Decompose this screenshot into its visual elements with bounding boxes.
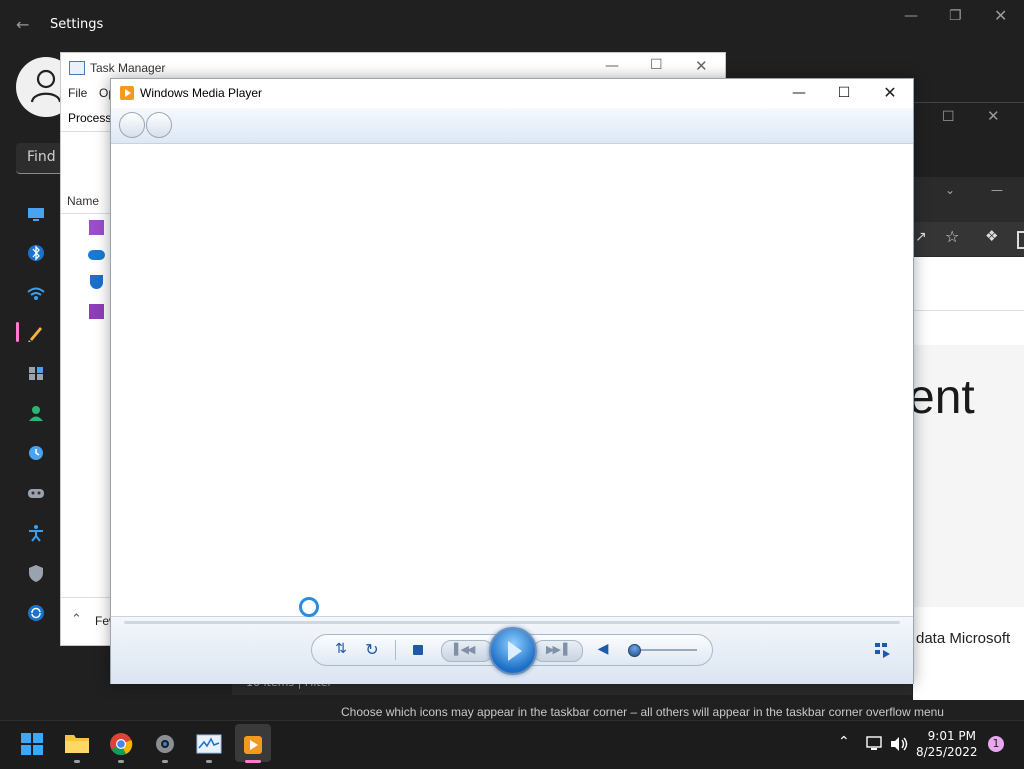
windows-update-icon[interactable] bbox=[26, 603, 46, 623]
close-icon[interactable]: ✕ bbox=[987, 107, 1000, 125]
maximize-icon[interactable]: ☐ bbox=[650, 57, 663, 73]
navigation-bar bbox=[111, 108, 913, 144]
share-icon[interactable]: ↗ bbox=[915, 229, 927, 245]
favorite-star-icon[interactable]: ☆ bbox=[945, 227, 959, 246]
system-icon[interactable] bbox=[26, 204, 46, 224]
settings-title: Settings bbox=[50, 17, 104, 32]
nav-selection-indicator bbox=[16, 322, 19, 342]
back-arrow-icon[interactable]: ← bbox=[16, 15, 29, 34]
personalization-brush-icon[interactable] bbox=[26, 323, 46, 343]
media-player-icon bbox=[120, 86, 134, 100]
notification-badge[interactable]: 1 bbox=[988, 736, 1004, 752]
play-icon bbox=[508, 641, 522, 661]
search-input[interactable]: Find a setting bbox=[16, 143, 122, 174]
sidebar-icon[interactable] bbox=[1017, 231, 1024, 249]
minimize-icon[interactable]: — bbox=[605, 58, 619, 74]
chrome-icon[interactable] bbox=[109, 732, 133, 756]
busy-cursor-icon bbox=[299, 597, 319, 617]
shuffle-icon[interactable]: ⇅ bbox=[331, 641, 351, 657]
window-title: Windows Media Player bbox=[140, 86, 263, 100]
time-language-icon[interactable] bbox=[26, 443, 46, 463]
back-button[interactable] bbox=[119, 112, 145, 138]
settings-gear-icon[interactable] bbox=[153, 732, 177, 756]
accessibility-icon[interactable] bbox=[26, 523, 46, 543]
page-snippet[interactable]: data Microsoft bbox=[916, 630, 1010, 647]
now-playing-area bbox=[111, 144, 913, 616]
chevron-up-icon[interactable]: ⌃ bbox=[71, 612, 82, 627]
next-button[interactable]: ▶▶▐ bbox=[533, 640, 583, 662]
accounts-icon[interactable] bbox=[26, 403, 46, 423]
onedrive-icon bbox=[88, 250, 105, 260]
privacy-shield-icon[interactable] bbox=[26, 563, 46, 583]
tooltip-text: Choose which icons may appear in the tas… bbox=[341, 705, 944, 719]
seek-bar[interactable] bbox=[124, 621, 900, 624]
restore-icon[interactable]: ❐ bbox=[949, 8, 962, 24]
previous-button[interactable]: ▌◀◀ bbox=[441, 640, 493, 662]
user-icon bbox=[30, 69, 62, 103]
running-indicator bbox=[118, 760, 124, 763]
play-button[interactable] bbox=[489, 627, 537, 675]
browser-toolbar: ↗ ☆ ❖ bbox=[913, 222, 1024, 256]
running-indicator bbox=[162, 760, 168, 763]
maximize-icon[interactable]: ☐ bbox=[829, 84, 859, 102]
task-manager-icon[interactable] bbox=[196, 734, 222, 754]
running-indicator bbox=[74, 760, 80, 763]
minimize-icon[interactable]: — bbox=[904, 8, 918, 24]
separator bbox=[395, 640, 396, 660]
file-explorer-icon[interactable] bbox=[64, 732, 90, 754]
divider bbox=[913, 310, 1024, 311]
process-icon bbox=[89, 220, 104, 235]
gaming-icon[interactable] bbox=[26, 483, 46, 503]
column-header-name[interactable]: Name bbox=[67, 194, 99, 208]
mute-speaker-icon[interactable]: ◀ bbox=[596, 641, 610, 657]
extensions-icon[interactable]: ❖ bbox=[985, 227, 998, 245]
next-icon: ▶▶▐ bbox=[546, 643, 567, 656]
network-icon[interactable] bbox=[864, 736, 884, 752]
bluetooth-icon[interactable] bbox=[26, 243, 46, 263]
stop-icon[interactable] bbox=[413, 645, 423, 655]
security-shield-icon bbox=[90, 275, 103, 289]
minimize-icon[interactable]: — bbox=[991, 183, 1003, 197]
windows-media-player-window: Windows Media Player — ☐ ✕ ⇅ ↻ ▌◀◀ ▶▶▐ ◀ bbox=[110, 78, 914, 684]
volume-knob[interactable] bbox=[628, 644, 641, 657]
window-title: Task Manager bbox=[90, 61, 166, 75]
close-icon[interactable]: ✕ bbox=[875, 84, 905, 102]
clock-time[interactable]: 9:01 PM bbox=[916, 729, 976, 743]
repeat-icon[interactable]: ↻ bbox=[362, 640, 382, 659]
minimize-icon[interactable]: — bbox=[784, 84, 814, 102]
apps-icon[interactable] bbox=[26, 363, 46, 383]
previous-icon: ▌◀◀ bbox=[454, 643, 475, 656]
close-icon[interactable]: ✕ bbox=[695, 57, 708, 75]
media-player-icon[interactable] bbox=[243, 735, 263, 755]
page-heading: ent bbox=[908, 371, 975, 424]
restore-icon[interactable]: ☐ bbox=[942, 109, 955, 125]
background-window: ☐ ✕ bbox=[913, 102, 1024, 178]
menu-file[interactable]: File bbox=[68, 86, 87, 100]
clock-date[interactable]: 8/25/2022 bbox=[916, 745, 978, 759]
start-windows-icon[interactable] bbox=[21, 733, 43, 755]
volume-slider[interactable] bbox=[633, 649, 697, 651]
task-manager-icon bbox=[69, 61, 85, 75]
active-indicator bbox=[245, 760, 261, 763]
process-icon bbox=[89, 304, 104, 319]
chevron-up-icon[interactable]: ⌃ bbox=[838, 734, 850, 750]
chevron-down-icon[interactable]: ⌄ bbox=[945, 183, 955, 197]
forward-button[interactable] bbox=[146, 112, 172, 138]
volume-icon[interactable] bbox=[889, 736, 909, 752]
network-icon[interactable] bbox=[26, 284, 46, 304]
close-icon[interactable]: ✕ bbox=[994, 6, 1007, 25]
switch-to-library-icon[interactable] bbox=[873, 641, 893, 659]
running-indicator bbox=[206, 760, 212, 763]
